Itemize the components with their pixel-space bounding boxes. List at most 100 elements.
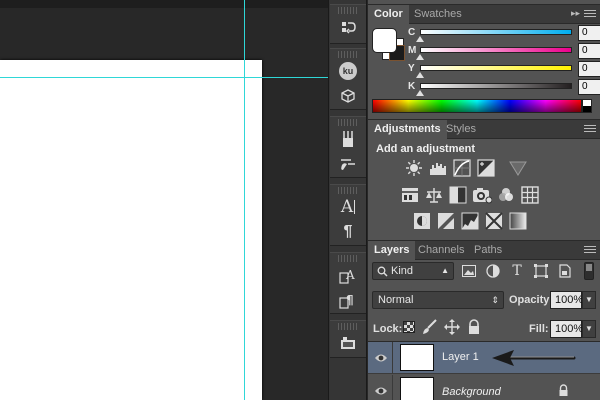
move-arrows-icon [444,319,460,335]
character-cursor-icon [354,199,356,214]
hue-saturation-button[interactable] [400,185,420,205]
dock-group-type: A ¶ [330,184,366,246]
tool-presets-button[interactable] [330,330,366,355]
dock-group-history [330,4,366,44]
shape-icon [534,264,548,278]
fill-input[interactable]: 100% [550,320,583,338]
filter-adjustment-button[interactable] [484,263,502,279]
ku-extension-button[interactable]: ku [330,58,366,83]
channel-mixer-icon [499,188,513,201]
dock-grip[interactable] [338,187,358,194]
lock-image-button[interactable] [422,319,438,335]
history-button[interactable] [330,14,366,39]
tab-paths[interactable]: Paths [468,241,508,260]
gradient-map-triangle-icon [509,161,527,176]
cmyk-slider-track[interactable] [420,47,572,53]
channel-mixer-button[interactable] [496,185,516,205]
lock-transparent-button[interactable] [403,321,415,333]
slider-thumb-icon[interactable] [416,54,424,60]
3d-button[interactable] [330,83,366,108]
layer-row[interactable]: Background [368,375,600,400]
horizontal-guide[interactable] [0,77,328,78]
dock-grip[interactable] [338,255,358,262]
dock-grip[interactable] [338,323,358,330]
color-lookup-icon [521,186,539,204]
color-balance-button[interactable] [424,185,444,205]
filter-type-button[interactable]: T [508,263,526,279]
cmyk-slider-track[interactable] [420,29,572,35]
selective-color-button[interactable] [484,211,504,231]
layers-panel-menu-icon[interactable] [584,244,596,256]
tab-swatches[interactable]: Swatches [408,5,468,24]
paragraph-button[interactable]: ¶ [330,219,366,244]
document-canvas[interactable] [0,60,262,400]
invert-button[interactable] [412,211,432,231]
cmyk-value-input[interactable]: 0 [578,25,600,41]
eye-visibility-icon[interactable] [374,351,388,365]
cmyk-slider-track[interactable] [420,83,572,89]
slider-thumb-icon[interactable] [416,36,424,42]
cmyk-row-m: M0% [408,43,600,61]
layer-thumbnail[interactable] [400,377,434,400]
opacity-input[interactable]: 100% [550,291,583,309]
layer-name[interactable]: Background [442,386,501,398]
arrow-pointer-icon [492,350,576,366]
levels-button[interactable] [428,158,448,178]
color-panel-menu-icon[interactable] [584,8,596,20]
tab-layers[interactable]: Layers [368,241,416,260]
cmyk-slider-track[interactable] [420,65,572,71]
dock-grip[interactable] [338,119,358,126]
cmyk-value-input[interactable]: 0 [578,43,600,59]
layer-name[interactable]: Layer 1 [442,351,479,363]
fill-dropdown-button[interactable]: ▼ [582,320,596,338]
filter-kind-select[interactable]: Kind ▲ [372,262,454,280]
color-lookup-button[interactable] [520,185,540,205]
dock-grip[interactable] [338,51,358,58]
canvas-area[interactable] [0,0,328,400]
gradient-map-button[interactable] [508,211,528,231]
adjustments-panel-menu-icon[interactable] [584,123,596,135]
dock-grip[interactable] [338,7,358,14]
filter-smart-object-button[interactable] [556,263,574,279]
filter-toggle-switch[interactable] [584,262,594,280]
lock-icon [559,384,568,396]
slider-thumb-icon[interactable] [416,72,424,78]
curves-button[interactable] [452,158,472,178]
character-styles-button[interactable]: A [330,262,366,287]
posterize-button[interactable] [436,211,456,231]
eye-visibility-icon[interactable] [374,384,388,398]
tab-adjustments[interactable]: Adjustments [368,120,447,139]
foreground-color-swatch[interactable] [372,28,397,53]
collapse-arrows-icon[interactable]: ▸▸ [571,8,580,19]
brightness-contrast-button[interactable] [404,158,424,178]
filter-pixel-button[interactable] [460,263,478,279]
layer-thumbnail[interactable] [400,344,434,371]
lock-position-button[interactable] [444,319,460,335]
cmyk-value-input[interactable]: 0 [578,61,600,77]
blend-mode-select[interactable]: Normal ⇕ [372,291,504,309]
character-button[interactable]: A [330,194,366,219]
opacity-dropdown-button[interactable]: ▼ [582,291,596,309]
vertical-guide[interactable] [244,0,245,400]
filter-shape-button[interactable] [532,263,550,279]
paragraph-styles-button[interactable]: ¶ [330,287,366,312]
tab-styles[interactable]: Styles [440,120,482,139]
slider-thumb-icon[interactable] [416,90,424,96]
lock-all-button[interactable] [467,319,481,335]
black-white-button[interactable] [448,185,468,205]
layer-row[interactable]: Layer 1 [368,342,600,374]
tab-channels[interactable]: Channels [412,241,470,260]
invert-icon [414,213,430,229]
black-white-ramp[interactable] [582,99,592,113]
cmyk-value-input[interactable]: 0 [578,79,600,95]
tab-color[interactable]: Color [368,5,409,24]
threshold-button[interactable] [460,211,480,231]
brush-presets-button[interactable] [330,126,366,151]
brush-button[interactable] [330,151,366,176]
color-spectrum-ramp[interactable] [372,99,582,113]
ku-icon: ku [339,61,357,80]
gradient-map-triangle-button[interactable] [508,158,528,178]
photo-filter-button[interactable] [472,185,492,205]
exposure-button[interactable] [476,158,496,178]
layer-row-separator [392,375,393,400]
